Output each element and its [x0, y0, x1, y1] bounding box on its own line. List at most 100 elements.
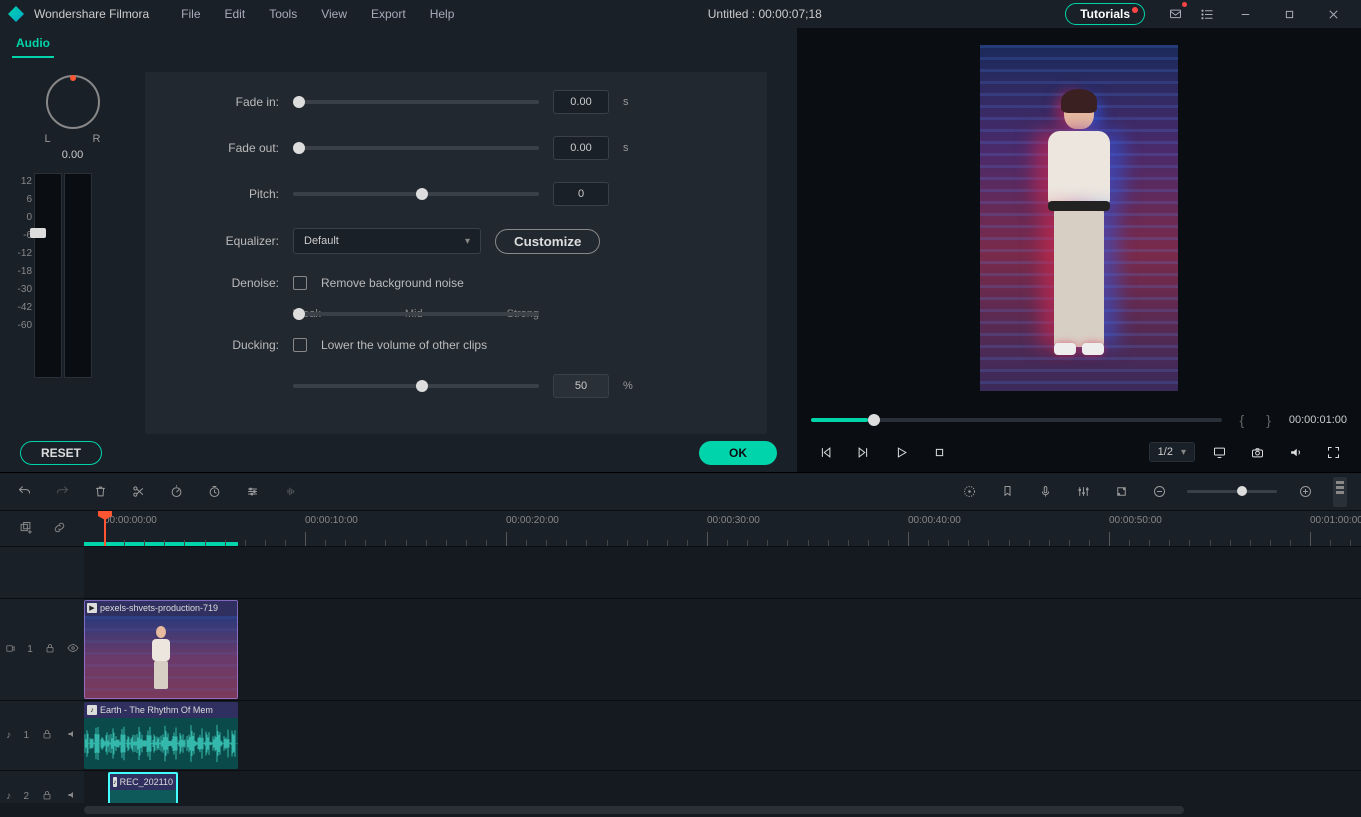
track-video-1: 1 ▶pexels-shvets-production-719 — [0, 599, 1361, 701]
delete-icon[interactable] — [90, 482, 110, 502]
fade-out-value[interactable]: 0.00 — [553, 136, 609, 160]
denoise-text: Remove background noise — [321, 276, 464, 290]
vu-tick: -6 — [6, 227, 32, 245]
play-button[interactable] — [887, 438, 915, 466]
next-frame-button[interactable] — [849, 438, 877, 466]
denoise-checkbox[interactable] — [293, 276, 307, 290]
notifications-icon[interactable] — [1161, 0, 1189, 28]
vu-tick: 6 — [6, 191, 32, 209]
display-settings-icon[interactable] — [1205, 438, 1233, 466]
menu-edit[interactable]: Edit — [215, 3, 256, 25]
ducking-checkbox[interactable] — [293, 338, 307, 352]
time-label: 00:00:40:00 — [908, 515, 961, 526]
clip-audio[interactable]: ♪Earth - The Rhythm Of Mem — [84, 702, 238, 769]
equalizer-select[interactable]: Default ▾ — [293, 228, 481, 254]
time-label: 00:00:50:00 — [1109, 515, 1162, 526]
redo-icon[interactable] — [52, 482, 72, 502]
mute-icon[interactable] — [66, 789, 78, 803]
fade-in-value[interactable]: 0.00 — [553, 90, 609, 114]
titlebar: Wondershare Filmora File Edit Tools View… — [0, 0, 1361, 28]
stop-button[interactable] — [925, 438, 953, 466]
speed-icon[interactable] — [166, 482, 186, 502]
color-match-icon[interactable] — [242, 482, 262, 502]
undo-icon[interactable] — [14, 482, 34, 502]
menu-tools[interactable]: Tools — [259, 3, 307, 25]
ducking-slider[interactable] — [293, 384, 539, 388]
mark-out-icon[interactable]: } — [1262, 412, 1275, 428]
audio-editor: LR 0.00 12 6 0 -6 -12 -18 -30 -42 -60 — [0, 60, 797, 434]
audio-panel: Audio LR 0.00 12 6 0 -6 -12 -18 — [0, 28, 797, 472]
menu-file[interactable]: File — [171, 3, 210, 25]
fullscreen-icon[interactable] — [1319, 438, 1347, 466]
fade-in-slider[interactable] — [293, 100, 539, 104]
lock-icon[interactable] — [41, 728, 53, 743]
preview-quality-select[interactable]: 1/2▾ — [1149, 442, 1195, 462]
track-label: 1 — [24, 730, 30, 741]
timeline-tracks: 1 ▶pexels-shvets-production-719 ♪1 — [0, 547, 1361, 803]
main-area: Audio LR 0.00 12 6 0 -6 -12 -18 — [0, 28, 1361, 472]
menu-help[interactable]: Help — [420, 3, 465, 25]
chevron-down-icon: ▾ — [465, 236, 470, 247]
zoom-in-icon[interactable] — [1295, 482, 1315, 502]
prev-frame-button[interactable] — [811, 438, 839, 466]
duration-icon[interactable] — [204, 482, 224, 502]
mark-in-icon[interactable]: { — [1236, 412, 1249, 428]
marker-icon[interactable] — [997, 482, 1017, 502]
window-minimize-button[interactable] — [1225, 0, 1265, 28]
split-icon[interactable] — [128, 482, 148, 502]
fade-out-label: Fade out: — [169, 141, 279, 155]
track-label: 2 — [24, 791, 30, 802]
pan-knob[interactable] — [46, 75, 100, 129]
volume-icon[interactable] — [1281, 438, 1309, 466]
window-close-button[interactable] — [1313, 0, 1353, 28]
pan-R-label: R — [93, 133, 101, 145]
tutorials-button[interactable]: Tutorials — [1065, 3, 1145, 25]
menu-export[interactable]: Export — [361, 3, 416, 25]
record-voiceover-icon[interactable] — [1035, 482, 1055, 502]
mute-icon[interactable] — [66, 728, 78, 743]
vu-tick: 12 — [6, 173, 32, 191]
timeline-ruler[interactable]: 00:00:00:0000:00:10:0000:00:20:0000:00:3… — [84, 511, 1361, 546]
audio-controls: Fade in: 0.00 s Fade out: 0.00 s Pitch: … — [145, 72, 767, 434]
pitch-slider[interactable] — [293, 192, 539, 196]
customize-button[interactable]: Customize — [495, 229, 600, 254]
add-track-icon[interactable] — [18, 520, 33, 538]
ducking-text: Lower the volume of other clips — [321, 338, 487, 352]
volume-fader[interactable] — [30, 228, 46, 238]
menu-view[interactable]: View — [311, 3, 357, 25]
render-preview-icon[interactable] — [959, 482, 979, 502]
timeline-scrollbar[interactable] — [0, 803, 1361, 817]
clip-recording[interactable]: ♪REC_202110 — [108, 772, 178, 803]
ok-button[interactable]: OK — [699, 441, 777, 465]
fade-out-slider[interactable] — [293, 146, 539, 150]
reset-button[interactable]: RESET — [20, 441, 102, 465]
time-label: 00:00:20:00 — [506, 515, 559, 526]
ducking-unit: % — [623, 380, 637, 392]
auto-ripple-toggle[interactable] — [1333, 477, 1347, 507]
scrub-slider[interactable] — [811, 418, 1222, 422]
crop-icon[interactable] — [1111, 482, 1131, 502]
audio-stretch-icon[interactable] — [280, 482, 300, 502]
audio-mixer-icon[interactable] — [1073, 482, 1093, 502]
fade-in-label: Fade in: — [169, 95, 279, 109]
lock-icon[interactable] — [44, 642, 56, 657]
track-label: 1 — [27, 644, 33, 655]
fade-out-unit: s — [623, 142, 637, 154]
vu-tick: 0 — [6, 209, 32, 227]
clip-video[interactable]: ▶pexels-shvets-production-719 — [84, 600, 238, 699]
lock-icon[interactable] — [41, 789, 53, 803]
zoom-out-icon[interactable] — [1149, 482, 1169, 502]
preview-viewport[interactable] — [797, 28, 1361, 408]
zoom-slider[interactable] — [1187, 490, 1277, 493]
link-icon[interactable] — [52, 520, 67, 538]
app-logo-icon — [8, 6, 24, 22]
ducking-value[interactable]: 50 — [553, 374, 609, 398]
playhead[interactable] — [104, 511, 106, 546]
eye-icon[interactable] — [67, 642, 79, 657]
snapshot-icon[interactable] — [1243, 438, 1271, 466]
denoise-slider[interactable] — [293, 312, 539, 316]
tab-audio[interactable]: Audio — [12, 30, 54, 58]
task-list-icon[interactable] — [1193, 0, 1221, 28]
window-maximize-button[interactable] — [1269, 0, 1309, 28]
pitch-value[interactable]: 0 — [553, 182, 609, 206]
